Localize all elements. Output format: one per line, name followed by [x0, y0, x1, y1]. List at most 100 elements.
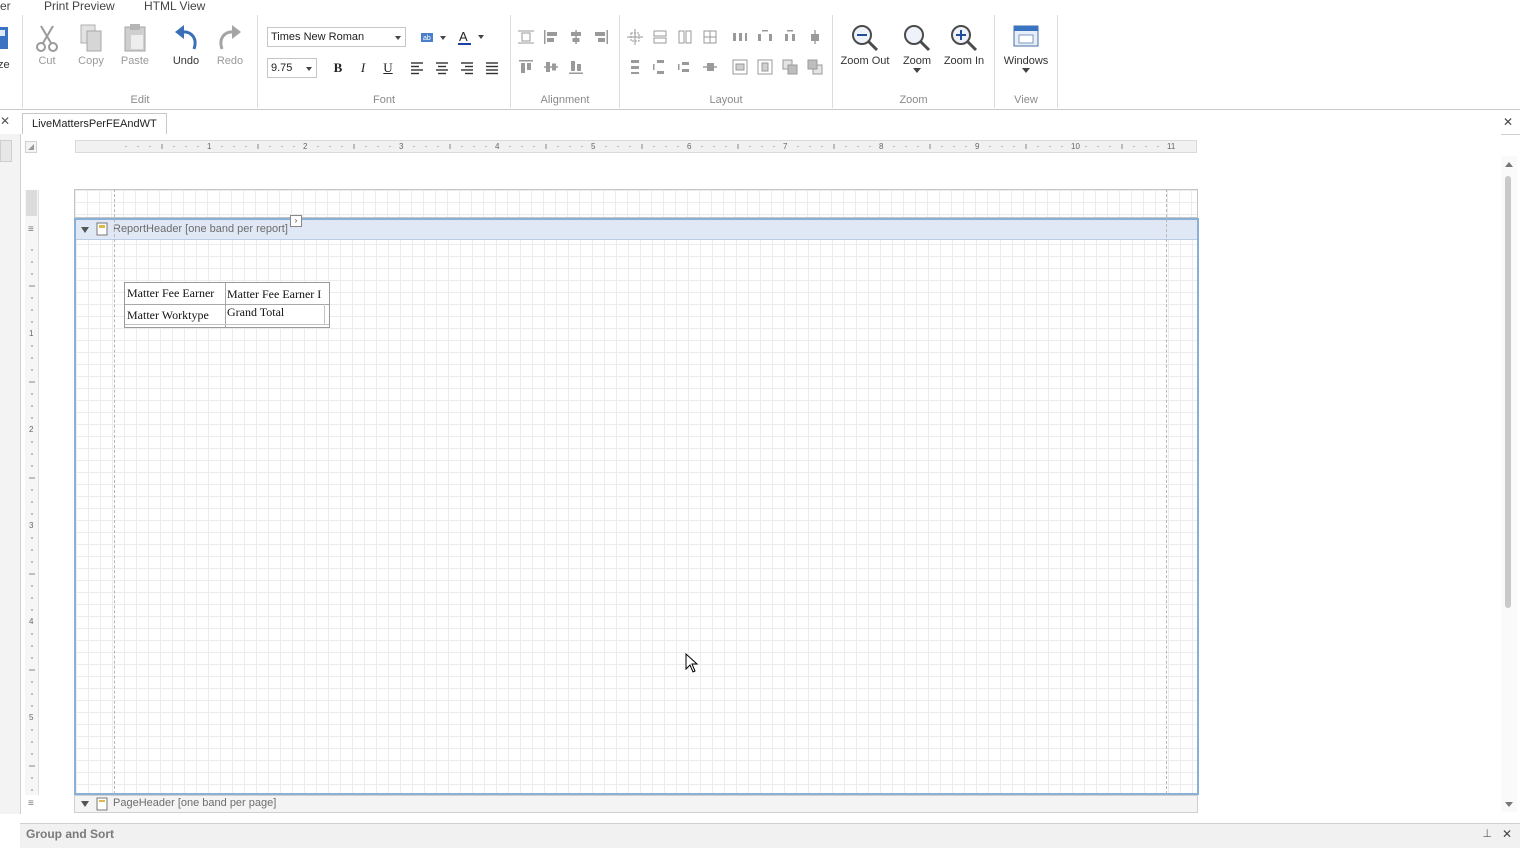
justify-icon[interactable] — [484, 60, 500, 76]
scroll-up-icon[interactable] — [1505, 162, 1513, 168]
ribbon-group-zoom: Zoom Out Zoom Zoom In Zoom — [833, 15, 995, 108]
horizontal-spacing-remove-icon[interactable] — [807, 29, 823, 45]
italic-button[interactable]: I — [353, 58, 373, 78]
vertical-spacing-decrease-icon[interactable] — [677, 59, 693, 75]
vertical-spacing-equal-icon[interactable] — [627, 59, 643, 75]
alignment-group-label: Alignment — [540, 94, 590, 106]
crosstab-cell-worktype[interactable]: Matter Worktype — [127, 308, 223, 323]
ruler-number: 9 — [975, 142, 980, 151]
same-width-icon[interactable] — [652, 29, 668, 45]
highlight-color-icon[interactable]: ab — [420, 30, 446, 46]
font-color-icon[interactable]: A — [458, 29, 484, 45]
ribbon-group-partial: ze — [0, 15, 23, 108]
close-document-icon[interactable]: ✕ — [1503, 115, 1513, 129]
ruler-number: 4 — [29, 617, 34, 626]
same-height-icon[interactable] — [677, 29, 693, 45]
collapse-band-icon[interactable] — [81, 227, 89, 233]
chevron-down-icon — [306, 67, 312, 71]
font-group-label: Font — [372, 94, 395, 106]
crosstab-cell-column-field[interactable]: Matter Fee Earner I — [227, 287, 329, 302]
align-centers-icon[interactable] — [568, 29, 584, 45]
align-right-icon[interactable] — [459, 60, 475, 76]
save-icon[interactable] — [0, 25, 12, 53]
report-header-band-bar[interactable]: ReportHeader [one band per report] › — [76, 215, 1197, 240]
crosstab-cell-grand-total[interactable]: Grand Total — [227, 305, 323, 320]
align-lefts-icon[interactable] — [543, 29, 559, 45]
zoom-button[interactable]: Zoom — [895, 19, 939, 77]
align-left-icon[interactable] — [409, 60, 425, 76]
align-center-icon[interactable] — [434, 60, 450, 76]
zoom-in-button[interactable]: Zoom In — [941, 19, 987, 77]
font-family-combo[interactable]: Times New Roman — [267, 27, 406, 47]
horizontal-spacing-increase-icon[interactable] — [757, 29, 773, 45]
ribbon-group-edit: Cut Copy Paste Undo Redo Edit — [23, 15, 258, 108]
copy-icon — [80, 24, 102, 52]
vertical-spacing-remove-icon[interactable] — [702, 59, 718, 75]
ribbon-tab-designer[interactable]: er — [0, 0, 11, 15]
crosstab-cell-grand-total-row[interactable]: Grand Total — [127, 326, 223, 329]
magnifier-icon — [904, 25, 931, 52]
zoom-out-button[interactable]: Zoom Out — [839, 19, 891, 77]
ribbon-tab-print-preview[interactable]: Print Preview — [44, 0, 115, 15]
mouse-cursor-icon — [685, 653, 699, 673]
vertical-scrollbar[interactable] — [1501, 156, 1517, 812]
vertical-spacing-increase-icon[interactable] — [652, 59, 668, 75]
pin-icon[interactable]: ⊥ — [1482, 827, 1492, 840]
same-size-icon[interactable] — [702, 29, 718, 45]
page-header-band-label: PageHeader [one band per page] — [113, 797, 277, 809]
dock-panel-handle[interactable] — [0, 140, 12, 162]
band-handle-icon[interactable]: ≡ — [28, 798, 34, 809]
ribbon-tab-html-view[interactable]: HTML View — [144, 0, 205, 15]
ruler-number: 5 — [591, 142, 596, 151]
smart-tag-icon[interactable]: › — [290, 215, 302, 227]
svg-text:A: A — [459, 29, 468, 44]
ribbon-group-alignment: Alignment — [511, 15, 620, 108]
redo-button[interactable]: Redo — [208, 19, 252, 77]
collapse-band-icon[interactable] — [81, 801, 89, 807]
scrollbar-thumb[interactable] — [1505, 176, 1511, 608]
layout-group-label: Layout — [709, 94, 743, 106]
align-rights-icon[interactable] — [593, 29, 609, 45]
center-horizontally-icon[interactable] — [732, 59, 748, 75]
align-middles-icon[interactable] — [543, 59, 559, 75]
horizontal-ruler: 1 2 3 4 5 6 7 8 9 10 11 — [75, 140, 1197, 153]
align-bottoms-icon[interactable] — [568, 59, 584, 75]
ruler-ticks — [125, 144, 1159, 149]
document-tab[interactable]: LiveMattersPerFEAndWT — [22, 113, 167, 136]
page-header-band-bar[interactable]: PageHeader [one band per page] — [74, 795, 1198, 813]
band-handle-icon[interactable]: ≡ — [28, 224, 34, 235]
close-panel-icon[interactable]: ✕ — [1502, 827, 1512, 841]
font-size-value: 9.75 — [271, 62, 293, 74]
send-to-back-icon[interactable] — [807, 59, 823, 75]
crosstab-cell-row-header[interactable]: Matter Fee Earner — [127, 286, 223, 301]
size-to-grid-icon[interactable] — [627, 29, 643, 45]
crosstab-control[interactable]: Matter Fee Earner Matter Fee Earner I Ma… — [124, 282, 330, 329]
chevron-down-icon — [913, 68, 921, 73]
copy-button[interactable]: Copy — [69, 19, 113, 77]
ruler-corner-icon[interactable] — [25, 141, 37, 153]
chevron-down-icon — [395, 36, 401, 40]
partial-button-label: ze — [0, 59, 10, 71]
close-icon[interactable]: ✕ — [0, 114, 10, 128]
bold-button[interactable]: B — [328, 58, 348, 78]
vertical-ruler-ticks — [29, 249, 35, 791]
align-tops-icon[interactable] — [518, 59, 534, 75]
align-to-grid-icon[interactable] — [518, 29, 534, 45]
bring-to-front-icon[interactable] — [782, 59, 798, 75]
underline-button[interactable]: U — [378, 58, 398, 78]
undo-button[interactable]: Undo — [164, 19, 208, 77]
ruler-number: 3 — [29, 521, 34, 530]
group-and-sort-title: Group and Sort — [26, 827, 114, 841]
ruler-number: 11 — [1167, 142, 1176, 151]
windows-button[interactable]: Windows — [1003, 19, 1049, 77]
horizontal-spacing-decrease-icon[interactable] — [782, 29, 798, 45]
horizontal-spacing-equal-icon[interactable] — [732, 29, 748, 45]
paste-button[interactable]: Paste — [113, 19, 157, 77]
cut-button[interactable]: Cut — [25, 19, 69, 77]
band-icon — [96, 222, 108, 236]
scroll-down-icon[interactable] — [1505, 802, 1513, 808]
center-vertically-icon[interactable] — [757, 59, 773, 75]
document-tab-strip: ✕ LiveMattersPerFEAndWT ✕ — [0, 110, 1520, 136]
redo-icon — [219, 25, 241, 50]
font-size-combo[interactable]: 9.75 — [267, 58, 317, 78]
